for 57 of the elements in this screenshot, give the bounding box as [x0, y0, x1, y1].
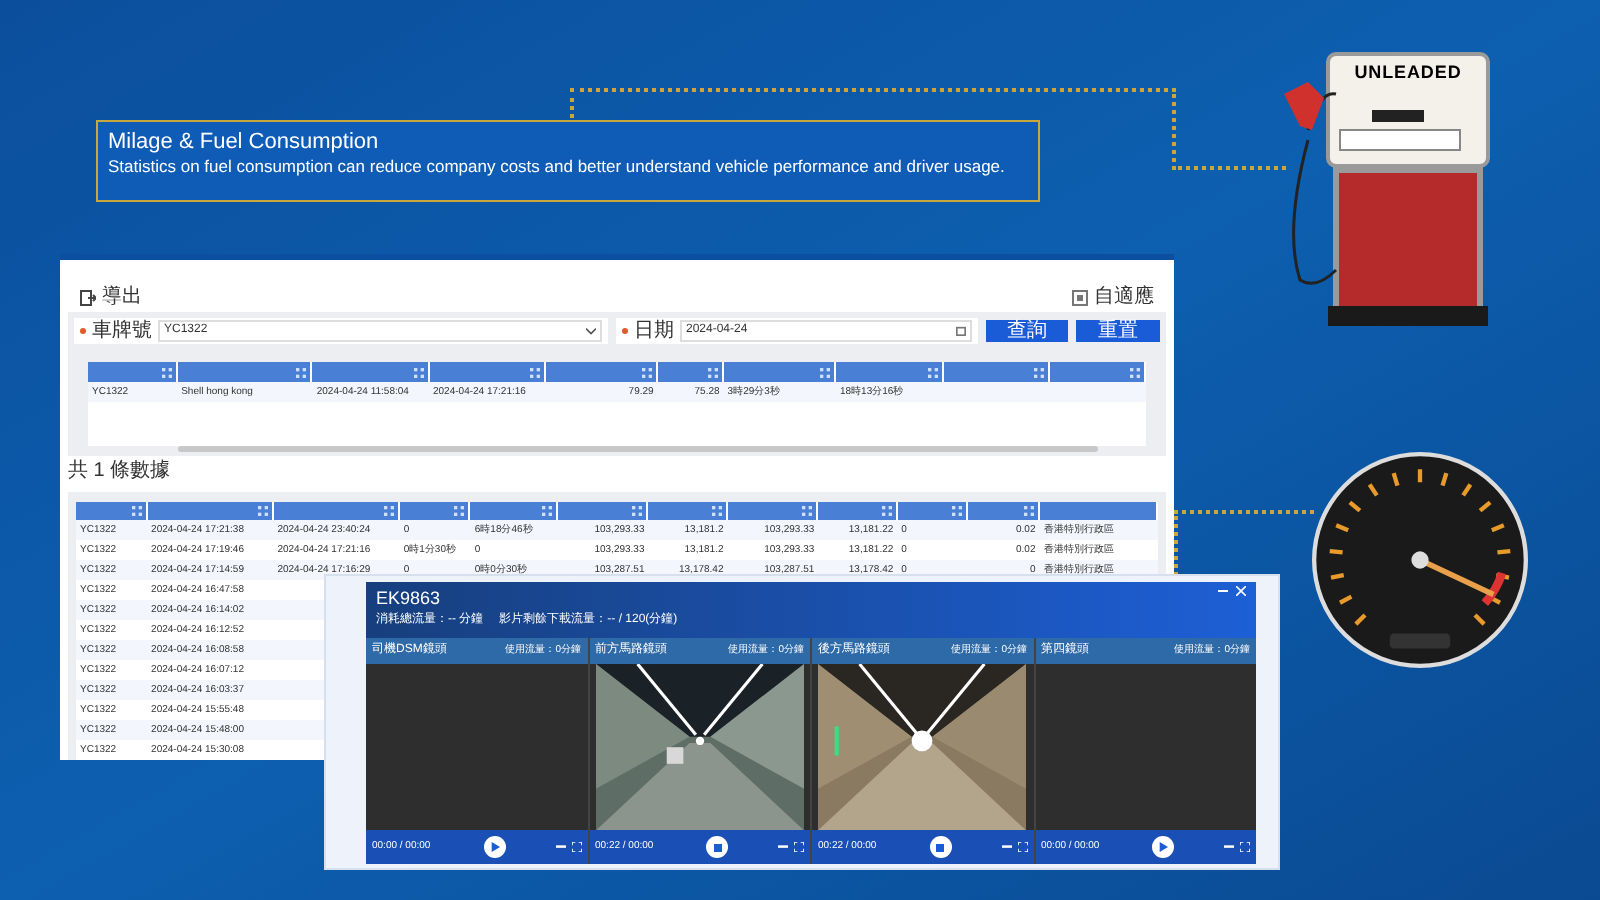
sort-icon[interactable] — [632, 506, 643, 516]
fullscreen-icon[interactable] — [571, 842, 581, 852]
stop-icon — [713, 843, 721, 851]
filter-label: 日期 — [633, 321, 674, 341]
window-title: EK9863 — [376, 588, 441, 610]
pump-label: UNLEADED — [1352, 60, 1464, 84]
volume-icon[interactable] — [555, 844, 565, 850]
sort-icon[interactable] — [413, 367, 423, 377]
close-button[interactable] — [1236, 586, 1246, 596]
stop-button[interactable] — [706, 836, 728, 858]
sort-icon[interactable] — [802, 506, 813, 516]
sort-icon[interactable] — [296, 367, 307, 377]
sort-icon[interactable] — [819, 367, 830, 377]
sort-icon[interactable] — [131, 506, 142, 516]
auto-fit-button[interactable]: 自適應 — [1072, 288, 1154, 308]
export-icon — [80, 290, 96, 306]
fullscreen-icon[interactable] — [1240, 842, 1250, 852]
sort-icon[interactable] — [161, 367, 172, 377]
sort-icon[interactable] — [641, 367, 652, 377]
sort-icon[interactable] — [257, 506, 268, 516]
play-button[interactable] — [1152, 836, 1174, 858]
sort-icon[interactable] — [1033, 367, 1044, 377]
grid-icon — [1072, 290, 1088, 306]
sort-icon[interactable] — [928, 367, 939, 377]
stop-button[interactable] — [929, 836, 951, 858]
play-icon — [1158, 842, 1168, 852]
record-count: 共 1 條數據 — [66, 457, 173, 484]
sort-icon[interactable] — [707, 367, 718, 377]
sort-icon[interactable] — [383, 506, 394, 516]
required-marker — [621, 328, 628, 334]
sort-icon[interactable] — [881, 506, 892, 516]
close-icon — [1236, 586, 1246, 596]
sort-icon[interactable] — [1130, 367, 1140, 377]
filter-label: 車牌號 — [92, 321, 152, 341]
scrollbar[interactable] — [178, 446, 1098, 452]
sort-icon[interactable] — [711, 506, 722, 516]
volume-icon[interactable] — [1224, 844, 1234, 850]
play-button[interactable] — [483, 836, 505, 858]
sort-icon[interactable] — [529, 367, 540, 377]
volume-icon[interactable] — [1001, 844, 1011, 850]
caption-title: Milage & Fuel Consumption — [108, 128, 381, 156]
calendar-icon — [955, 326, 966, 336]
sort-icon[interactable] — [454, 506, 465, 516]
fullscreen-icon[interactable] — [1017, 842, 1027, 852]
filter-button[interactable]: 查詢 — [985, 320, 1069, 342]
play-icon — [489, 842, 499, 852]
required-marker — [80, 328, 86, 334]
sort-icon[interactable] — [1023, 506, 1034, 516]
stop-icon — [936, 843, 944, 851]
filter-button[interactable]: 重置 — [1076, 320, 1160, 342]
sort-icon[interactable] — [541, 506, 552, 516]
fullscreen-icon[interactable] — [794, 842, 804, 852]
chevron-down-icon — [585, 327, 596, 335]
sort-icon[interactable] — [952, 506, 963, 516]
export-button[interactable]: 導出 — [80, 288, 142, 308]
caption-text: Statistics on fuel consumption can reduce company costs and better understand vehicle performance and driver usage. — [108, 156, 1007, 178]
volume-icon[interactable] — [778, 844, 788, 850]
